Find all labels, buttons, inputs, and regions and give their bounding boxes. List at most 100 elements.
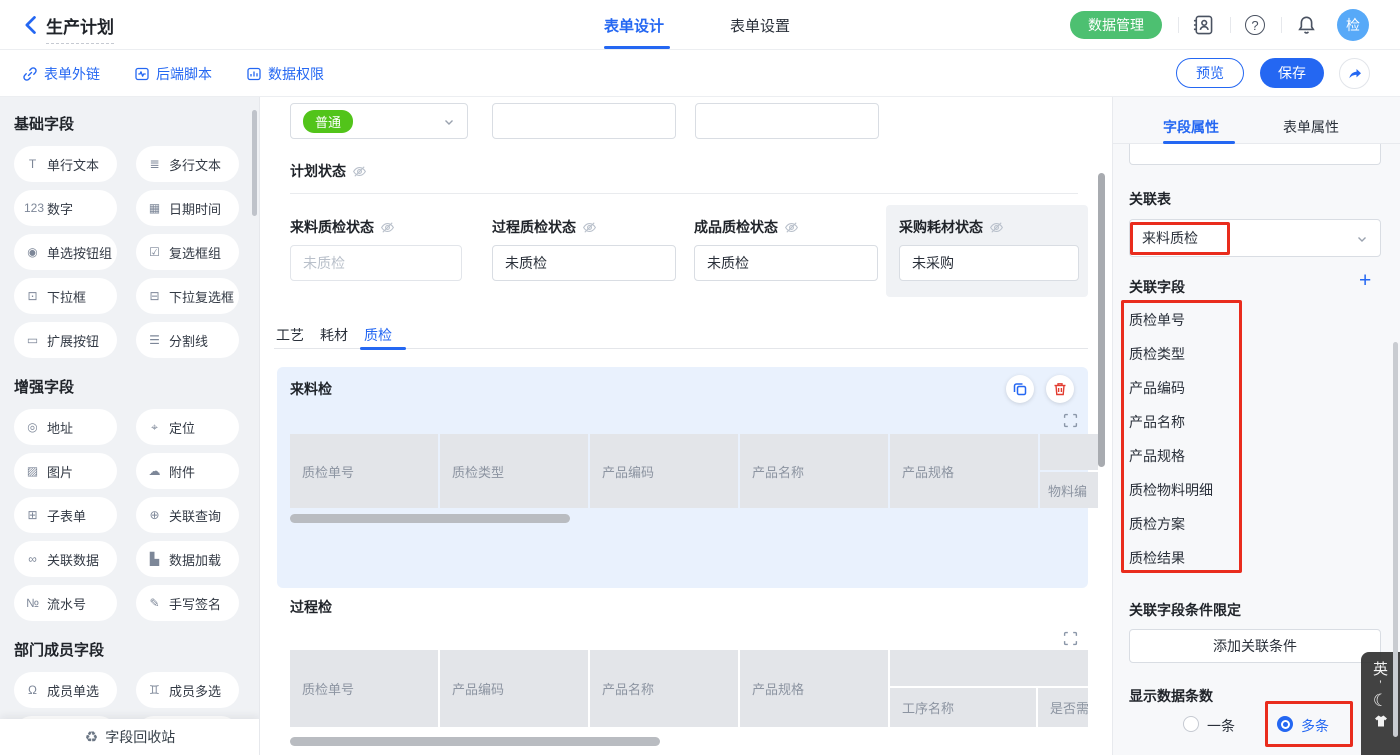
- save-button[interactable]: 保存: [1260, 58, 1324, 88]
- plan-status-field-label: 计划状态: [290, 161, 367, 181]
- related-field-item[interactable]: 质检结果: [1129, 541, 1213, 575]
- field-pill[interactable]: ☰ 分割线: [136, 322, 239, 358]
- ime-punctuation-indicator[interactable]: ’: [1379, 681, 1381, 689]
- radio-one-record[interactable]: [1183, 716, 1199, 732]
- field-pill[interactable]: ▦ 日期时间: [136, 190, 239, 226]
- field-label: 流水号: [47, 594, 86, 613]
- help-icon[interactable]: ?: [1245, 15, 1265, 35]
- clipped-input[interactable]: [1129, 144, 1381, 165]
- field-pill[interactable]: Ω 成员单选: [14, 672, 117, 708]
- data-permission-label: 数据权限: [268, 64, 324, 84]
- field-pill[interactable]: ☑ 复选框组: [136, 234, 239, 270]
- radio-one-label[interactable]: 一条: [1207, 716, 1235, 736]
- field-icon: ⊕: [146, 508, 163, 522]
- table-column-header: 质检类型: [440, 434, 588, 508]
- resize-frame-icon[interactable]: [1063, 631, 1078, 646]
- contacts-icon[interactable]: [1192, 14, 1214, 36]
- sidebar-scrollbar[interactable]: [252, 110, 257, 216]
- canvas-tab-material[interactable]: 耗材: [320, 325, 348, 345]
- field-icon: ⊞: [24, 508, 41, 522]
- field-icon: №: [24, 596, 41, 610]
- tab-form-design[interactable]: 表单设计: [604, 15, 664, 36]
- back-icon[interactable]: [20, 14, 42, 36]
- copy-button[interactable]: [1006, 375, 1034, 403]
- field-pill[interactable]: ☁ 附件: [136, 453, 239, 489]
- data-manage-button[interactable]: 数据管理: [1070, 11, 1162, 39]
- add-condition-button[interactable]: 添加关联条件: [1129, 629, 1381, 663]
- section-title: 部门成员字段: [14, 639, 245, 660]
- ime-dark-mode-icon[interactable]: ☾: [1373, 691, 1388, 711]
- tab-form-settings[interactable]: 表单设置: [730, 15, 790, 36]
- status-input-purchase[interactable]: 未采购: [899, 245, 1079, 281]
- field-pill[interactable]: ∞ 关联数据: [14, 541, 117, 577]
- empty-input-2[interactable]: [695, 103, 879, 139]
- ime-skin-icon[interactable]: [1373, 713, 1389, 734]
- field-pill[interactable]: ▭ 扩展按钮: [14, 322, 117, 358]
- field-pill[interactable]: № 流水号: [14, 585, 117, 621]
- related-field-item[interactable]: 产品名称: [1129, 405, 1213, 439]
- field-pill[interactable]: ⊟ 下拉复选框: [136, 278, 239, 314]
- field-pill[interactable]: ▨ 图片: [14, 453, 117, 489]
- add-field-icon[interactable]: +: [1359, 269, 1371, 293]
- field-pill[interactable]: ◎ 地址: [14, 409, 117, 445]
- field-icon: ✎: [146, 596, 163, 610]
- field-pill[interactable]: 123 数字: [14, 190, 117, 226]
- process-table-hscrollbar[interactable]: [290, 737, 660, 746]
- field-pill[interactable]: ⊡ 下拉框: [14, 278, 117, 314]
- related-field-item[interactable]: 质检物料明细: [1129, 473, 1213, 507]
- canvas-vertical-scrollbar[interactable]: [1098, 173, 1105, 467]
- share-arrow-icon: [1347, 66, 1363, 82]
- tab-field-properties[interactable]: 字段属性: [1163, 117, 1219, 137]
- field-pill[interactable]: ♊ 成员多选: [136, 672, 239, 708]
- field-pill[interactable]: T 单行文本: [14, 146, 117, 182]
- panel-vertical-scrollbar[interactable]: [1393, 342, 1398, 737]
- field-recycle-bin[interactable]: ♻ 字段回收站: [0, 719, 260, 755]
- field-pill[interactable]: ⊕ 关联查询: [136, 497, 239, 533]
- field-label: 成员多选: [169, 681, 221, 700]
- page-title[interactable]: 生产计划: [46, 13, 114, 44]
- field-pill[interactable]: ✎ 手写签名: [136, 585, 239, 621]
- notification-bell-icon[interactable]: [1296, 14, 1318, 36]
- related-field-item[interactable]: 质检单号: [1129, 303, 1213, 337]
- empty-input-1[interactable]: [492, 103, 676, 139]
- field-pill[interactable]: ⊞ 子表单: [14, 497, 117, 533]
- field-label: 关联数据: [47, 550, 99, 569]
- radio-many-records[interactable]: [1277, 716, 1293, 732]
- canvas-tab-process[interactable]: 工艺: [276, 325, 304, 345]
- share-button[interactable]: [1339, 58, 1370, 89]
- delete-button[interactable]: [1046, 375, 1074, 403]
- incoming-table-hscrollbar[interactable]: [290, 514, 570, 523]
- status-input-finished[interactable]: 未质检: [694, 245, 878, 281]
- related-field-item[interactable]: 产品规格: [1129, 439, 1213, 473]
- backend-script-label: 后端脚本: [156, 64, 212, 84]
- field-pill[interactable]: ⌖ 定位: [136, 409, 239, 445]
- field-palette-sidebar: 基础字段 T 单行文本 ≣ 多行文本: [0, 97, 260, 755]
- status-input-incoming[interactable]: 未质检: [290, 245, 462, 281]
- data-permission-item[interactable]: 数据权限: [246, 64, 324, 84]
- field-label: 下拉复选框: [169, 287, 234, 306]
- field-label: 下拉框: [47, 287, 86, 306]
- field-pill[interactable]: ▙ 数据加载: [136, 541, 239, 577]
- field-label: 定位: [169, 418, 195, 437]
- table-column-header-blank: [1040, 434, 1098, 470]
- radio-many-label[interactable]: 多条: [1301, 716, 1329, 736]
- field-pill[interactable]: ◉ 单选按钮组: [14, 234, 117, 270]
- related-field-item[interactable]: 质检类型: [1129, 337, 1213, 371]
- preview-button[interactable]: 预览: [1176, 58, 1244, 88]
- field-pill[interactable]: ≣ 多行文本: [136, 146, 239, 182]
- external-link-item[interactable]: 表单外链: [22, 64, 100, 84]
- related-field-item[interactable]: 质检方案: [1129, 507, 1213, 541]
- tab-form-properties[interactable]: 表单属性: [1283, 117, 1339, 137]
- canvas-tab-quality[interactable]: 质检: [364, 325, 392, 345]
- resize-frame-icon[interactable]: [1063, 413, 1078, 428]
- canvas-tab-active-underline: [360, 347, 406, 350]
- related-table-select[interactable]: 来料质检: [1129, 219, 1381, 257]
- related-field-item[interactable]: 产品编码: [1129, 371, 1213, 405]
- backend-script-item[interactable]: 后端脚本: [134, 64, 212, 84]
- priority-select[interactable]: 普通: [290, 103, 468, 139]
- ime-language-indicator[interactable]: 英: [1373, 658, 1388, 679]
- field-label: 成员单选: [47, 681, 99, 700]
- eye-off-icon: [582, 220, 597, 235]
- user-avatar[interactable]: 检: [1337, 9, 1369, 41]
- status-input-process[interactable]: 未质检: [492, 245, 676, 281]
